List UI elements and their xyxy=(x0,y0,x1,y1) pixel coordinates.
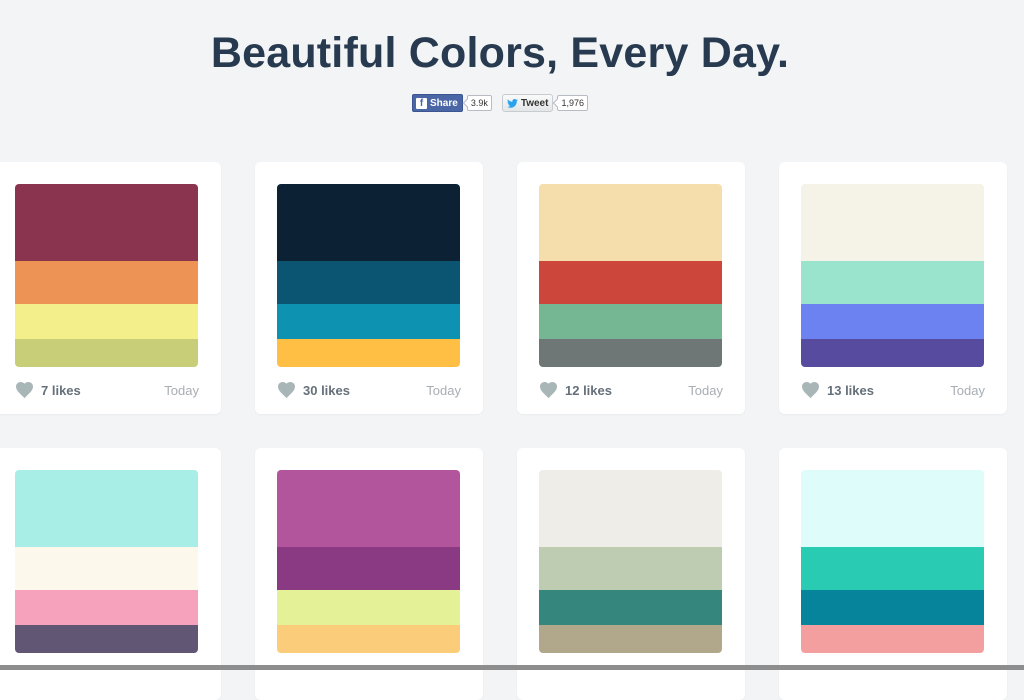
facebook-share-group: f Share 3.9k xyxy=(412,94,492,112)
like-button[interactable]: 7 likes xyxy=(15,382,81,399)
color-palette[interactable] xyxy=(539,184,722,367)
social-buttons: f Share 3.9k Tweet 1,976 xyxy=(0,94,1000,112)
color-swatch[interactable] xyxy=(801,261,984,304)
color-swatch[interactable] xyxy=(539,261,722,304)
palette-date: Today xyxy=(950,383,985,398)
color-swatch[interactable] xyxy=(801,184,984,261)
color-palette[interactable] xyxy=(539,470,722,653)
color-palette[interactable] xyxy=(801,184,984,367)
color-swatch[interactable] xyxy=(15,470,198,547)
twitter-tweet-label: Tweet xyxy=(520,97,549,109)
palette-card[interactable] xyxy=(0,448,221,700)
color-swatch[interactable] xyxy=(15,304,198,339)
color-palette[interactable] xyxy=(15,470,198,653)
likes-count: 13 likes xyxy=(827,383,874,398)
facebook-share-label: Share xyxy=(430,97,458,109)
facebook-share-button[interactable]: f Share xyxy=(412,94,463,112)
heart-icon xyxy=(16,382,33,399)
palette-card[interactable] xyxy=(255,448,483,700)
like-button[interactable]: 30 likes xyxy=(277,382,350,399)
horizontal-scrollbar[interactable] xyxy=(0,665,1024,670)
twitter-bird-icon xyxy=(506,98,518,108)
twitter-tweet-group: Tweet 1,976 xyxy=(501,94,588,112)
color-swatch[interactable] xyxy=(539,304,722,339)
color-swatch[interactable] xyxy=(801,625,984,653)
color-swatch[interactable] xyxy=(15,184,198,261)
color-swatch[interactable] xyxy=(15,547,198,590)
twitter-tweet-count: 1,976 xyxy=(557,95,588,111)
color-swatch[interactable] xyxy=(277,547,460,590)
facebook-f-icon: f xyxy=(416,97,428,109)
palette-card[interactable]: 12 likes Today xyxy=(517,162,745,414)
likes-count: 12 likes xyxy=(565,383,612,398)
color-swatch[interactable] xyxy=(15,261,198,304)
heart-icon xyxy=(540,382,557,399)
palette-card[interactable]: 7 likes Today xyxy=(0,162,221,414)
color-swatch[interactable] xyxy=(801,304,984,339)
color-swatch[interactable] xyxy=(277,590,460,625)
color-swatch[interactable] xyxy=(277,261,460,304)
color-palette[interactable] xyxy=(15,184,198,367)
palette-card[interactable] xyxy=(779,448,1007,700)
heart-icon xyxy=(802,382,819,399)
color-swatch[interactable] xyxy=(539,339,722,367)
twitter-tweet-button[interactable]: Tweet xyxy=(501,94,554,112)
color-swatch[interactable] xyxy=(15,625,198,653)
palette-date: Today xyxy=(688,383,723,398)
palette-date: Today xyxy=(164,383,199,398)
color-swatch[interactable] xyxy=(801,547,984,590)
color-swatch[interactable] xyxy=(277,470,460,547)
page-title: Beautiful Colors, Every Day. xyxy=(210,29,790,77)
color-swatch[interactable] xyxy=(277,184,460,261)
palette-date: Today xyxy=(426,383,461,398)
color-swatch[interactable] xyxy=(539,184,722,261)
palette-card[interactable] xyxy=(517,448,745,700)
color-palette[interactable] xyxy=(277,470,460,653)
likes-count: 7 likes xyxy=(41,383,81,398)
color-swatch[interactable] xyxy=(539,590,722,625)
color-swatch[interactable] xyxy=(801,590,984,625)
color-palette[interactable] xyxy=(801,470,984,653)
palette-card[interactable]: 13 likes Today xyxy=(779,162,1007,414)
color-swatch[interactable] xyxy=(539,470,722,547)
like-button[interactable]: 13 likes xyxy=(801,382,874,399)
color-swatch[interactable] xyxy=(539,547,722,590)
color-swatch[interactable] xyxy=(801,339,984,367)
facebook-share-count: 3.9k xyxy=(466,95,492,111)
heart-icon xyxy=(278,382,295,399)
color-swatch[interactable] xyxy=(15,339,198,367)
color-swatch[interactable] xyxy=(801,470,984,547)
color-swatch[interactable] xyxy=(15,590,198,625)
color-palette[interactable] xyxy=(277,184,460,367)
color-swatch[interactable] xyxy=(277,339,460,367)
palette-card[interactable]: 30 likes Today xyxy=(255,162,483,414)
color-swatch[interactable] xyxy=(277,304,460,339)
likes-count: 30 likes xyxy=(303,383,350,398)
color-swatch[interactable] xyxy=(277,625,460,653)
like-button[interactable]: 12 likes xyxy=(539,382,612,399)
color-swatch[interactable] xyxy=(539,625,722,653)
